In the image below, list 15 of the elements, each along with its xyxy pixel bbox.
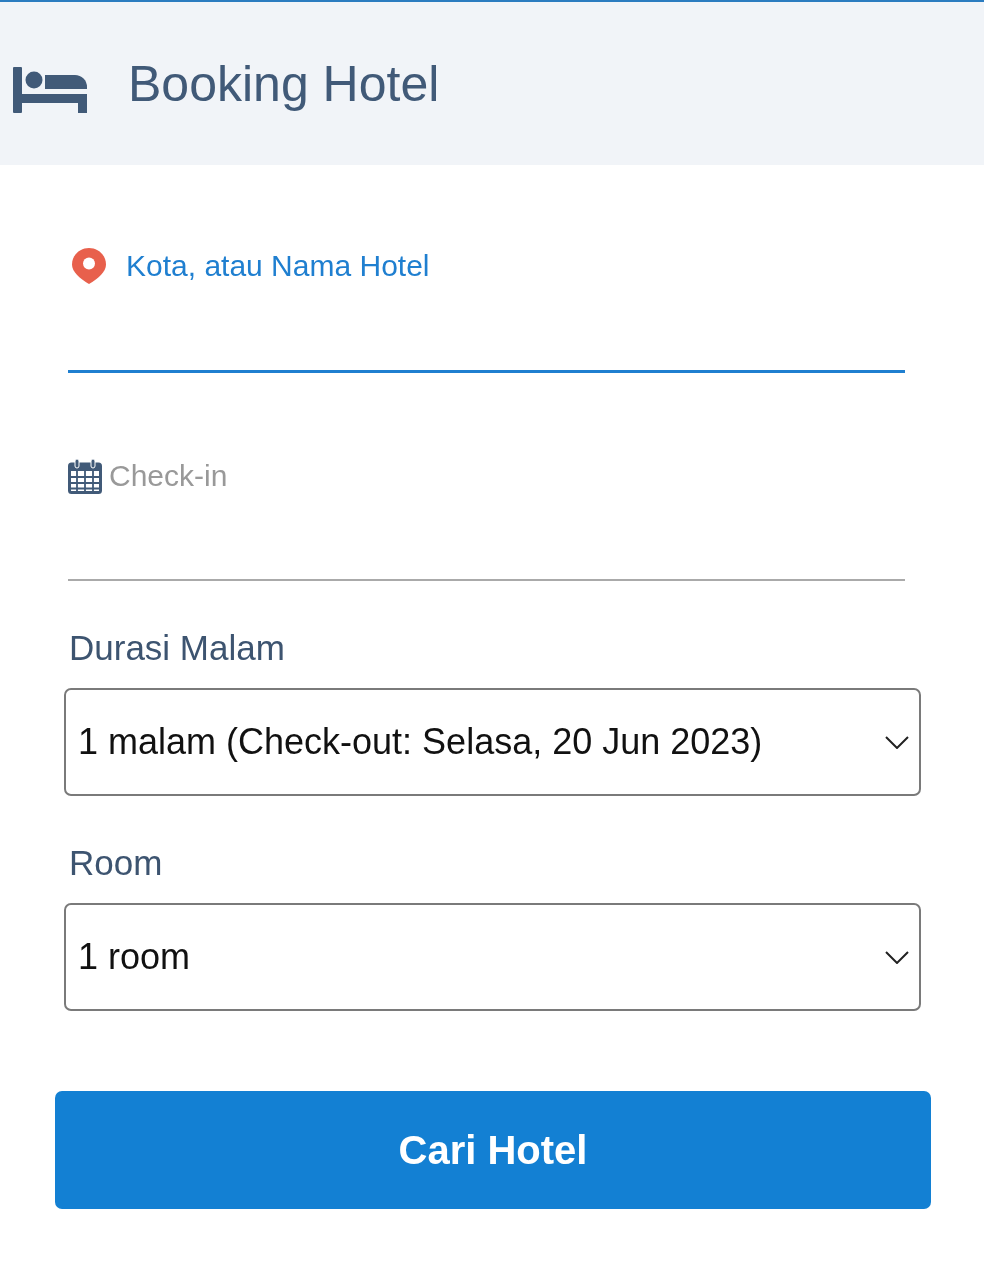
bed-icon — [13, 66, 87, 113]
room-select[interactable]: 1 room — [64, 903, 921, 1011]
search-hotel-button[interactable]: Cari Hotel — [55, 1091, 931, 1209]
room-label: Room — [69, 842, 163, 884]
checkin-field[interactable]: Check-in — [68, 457, 905, 581]
chevron-down-icon — [885, 950, 909, 964]
duration-label: Durasi Malam — [69, 627, 285, 669]
destination-placeholder: Kota, atau Nama Hotel — [126, 248, 430, 284]
location-pin-icon — [72, 248, 106, 284]
checkin-placeholder: Check-in — [109, 458, 228, 494]
calendar-icon — [68, 459, 102, 494]
duration-select[interactable]: 1 malam (Check-out: Selasa, 20 Jun 2023) — [64, 688, 921, 796]
page-title: Booking Hotel — [128, 54, 440, 114]
chevron-down-icon — [885, 735, 909, 749]
destination-field[interactable]: Kota, atau Nama Hotel — [68, 247, 905, 373]
